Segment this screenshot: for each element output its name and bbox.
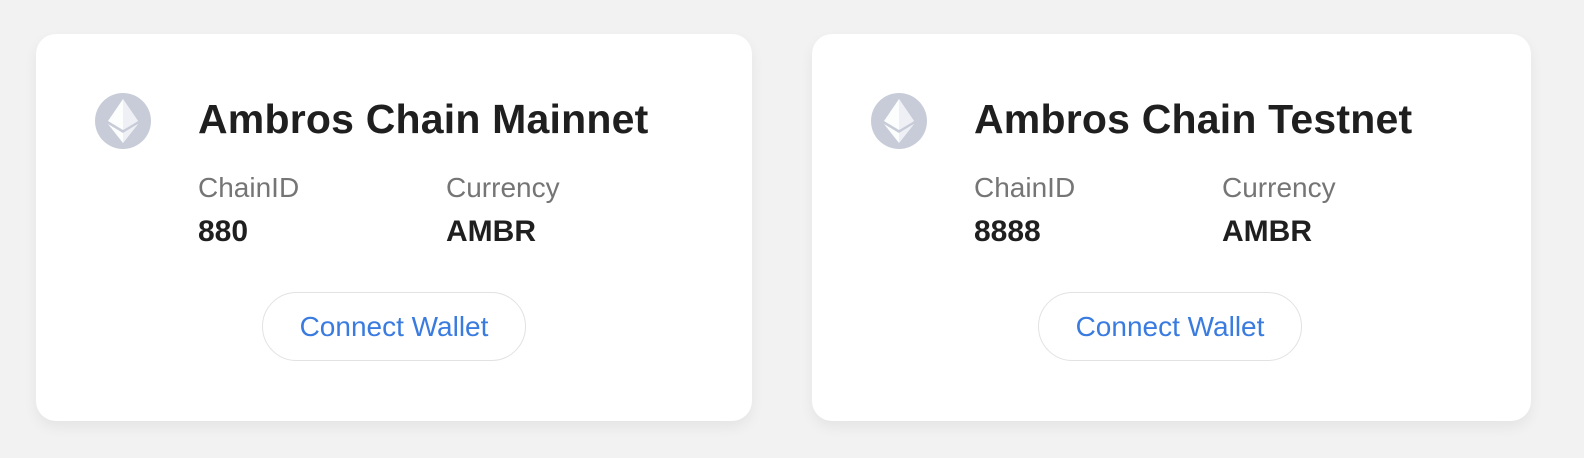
currency-label: Currency [446, 172, 560, 203]
network-cards-page: Ambros Chain Mainnet ChainID 880 Currenc… [0, 0, 1584, 458]
connect-wallet-button[interactable]: Connect Wallet [262, 292, 526, 361]
currency-label: Currency [1222, 172, 1336, 203]
connect-wallet-button[interactable]: Connect Wallet [1038, 292, 1302, 361]
currency-value: AMBR [1222, 215, 1312, 248]
chain-id-value: 880 [198, 215, 249, 248]
network-card-testnet: Ambros Chain Testnet ChainID 8888 Curren… [812, 34, 1531, 421]
ethereum-icon [871, 93, 927, 149]
chain-id-label: ChainID [974, 172, 1076, 203]
ethereum-icon [95, 93, 151, 149]
chain-id-value: 8888 [974, 215, 1041, 248]
network-title: Ambros Chain Testnet [974, 96, 1413, 142]
network-card-mainnet: Ambros Chain Mainnet ChainID 880 Currenc… [36, 34, 752, 421]
currency-value: AMBR [446, 215, 536, 248]
chain-id-label: ChainID [198, 172, 300, 203]
network-title: Ambros Chain Mainnet [198, 96, 649, 142]
